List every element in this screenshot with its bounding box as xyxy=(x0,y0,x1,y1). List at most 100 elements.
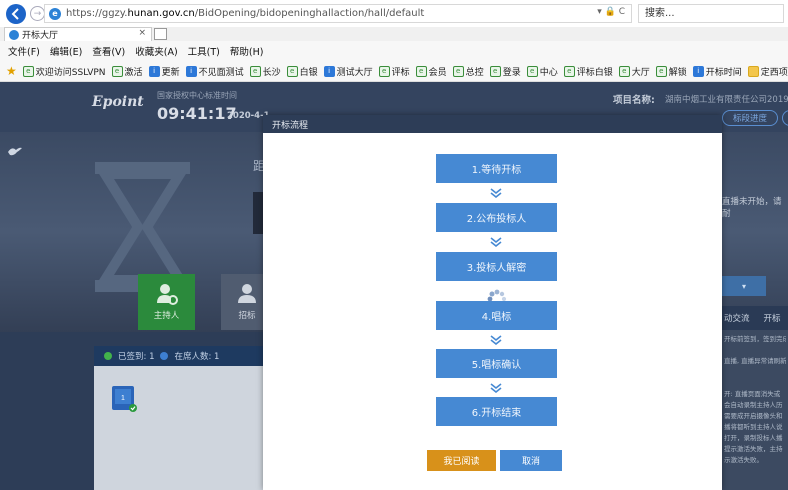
instruction-line xyxy=(724,367,786,378)
blue-icon: i xyxy=(185,65,197,77)
page-icon: e xyxy=(655,65,667,77)
favorite-label: 激活 xyxy=(124,67,143,78)
favorite-label: 欢迎访问SSLVPN xyxy=(35,67,106,78)
instructions-panel: 开标前签到，签到完成 直播, 直播异常请刷新 开: 直播页面消失或 会自动录制主… xyxy=(722,330,788,490)
page-icon: e xyxy=(489,65,501,77)
search-input[interactable]: 搜索... xyxy=(638,4,784,23)
blue-icon: i xyxy=(692,65,704,77)
tab-opening[interactable]: 开标 xyxy=(764,312,781,324)
host-role-button[interactable]: 主持人 xyxy=(138,274,195,330)
hourglass-icon xyxy=(95,162,190,292)
ie-icon: e xyxy=(49,7,61,20)
menu-edit[interactable]: 编辑(E) xyxy=(50,44,82,58)
check-circle-icon xyxy=(104,352,112,360)
page-icon: e xyxy=(22,65,34,77)
menu-help[interactable]: 帮助(H) xyxy=(230,44,264,58)
url-host: hunan.gov.cn xyxy=(127,8,195,19)
cancel-button[interactable]: 取消 xyxy=(500,450,562,471)
menu-bar: 文件(F) 编辑(E) 查看(V) 收藏夹(A) 工具(T) 帮助(H) xyxy=(0,41,788,61)
instruction-line: 开: 直播页面消失或 xyxy=(724,390,781,398)
seat-icon[interactable]: 1 xyxy=(110,383,138,413)
favorite-item[interactable]: e 登录 xyxy=(489,65,521,78)
favorite-item[interactable]: i 开标时间 xyxy=(692,65,742,78)
tab-interaction[interactable]: 动交流 xyxy=(724,312,750,324)
favorite-label: 中心 xyxy=(539,67,558,78)
tab-open-hall[interactable]: 开标大厅 × xyxy=(4,27,152,41)
acknowledge-button[interactable]: 我已阅读 xyxy=(427,450,496,471)
page-icon: e xyxy=(563,65,575,77)
instruction-line: 播将都听到主持人说 xyxy=(724,423,783,431)
section-progress-button[interactable]: 标段进度 xyxy=(722,110,778,126)
dialog-title: 开标流程 xyxy=(263,115,722,133)
blue-icon: i xyxy=(148,65,160,77)
favorite-label: 评标白银 xyxy=(576,67,613,78)
right-tab-strip: 动交流 开标 xyxy=(722,306,788,330)
favorite-label: 测试大厅 xyxy=(336,67,373,78)
favorite-item[interactable]: e 激活 xyxy=(111,65,143,78)
favorite-item[interactable]: e 大厅 xyxy=(618,65,650,78)
favorite-item[interactable]: e 会员 xyxy=(415,65,447,78)
favorite-item[interactable]: i 测试大厅 xyxy=(323,65,373,78)
forward-button[interactable]: → xyxy=(30,6,45,21)
process-flow: 1.等待开标 2.公布投标人 3.投标人解密 4.唱标 5.唱标确认 6.开标结… xyxy=(263,133,722,463)
favorite-item[interactable]: 定西项 xyxy=(747,65,788,78)
step-opening-end: 6.开标结束 xyxy=(436,397,557,426)
favorite-item[interactable]: e 欢迎访问SSLVPN xyxy=(22,65,106,78)
favorite-label: 开标时间 xyxy=(705,67,742,78)
step-wait-opening: 1.等待开标 xyxy=(436,154,557,183)
menu-favorites[interactable]: 收藏夹(A) xyxy=(135,44,177,58)
favorite-item[interactable]: e 评标白银 xyxy=(563,65,613,78)
blue-icon: i xyxy=(323,65,335,77)
close-icon[interactable]: × xyxy=(138,28,146,38)
favorite-item[interactable]: e 解锁 xyxy=(655,65,687,78)
favorite-item[interactable]: e 中心 xyxy=(526,65,558,78)
address-bar-row: → e https://ggzy.hunan.gov.cn/BidOpening… xyxy=(0,0,788,27)
page-icon: e xyxy=(111,65,123,77)
chevron-down-icon: ▾ xyxy=(741,281,746,291)
instruction-line: 开标前签到，签到完成 xyxy=(724,335,786,343)
favorite-item[interactable]: i 更新 xyxy=(148,65,180,78)
page-icon: e xyxy=(452,65,464,77)
page-icon: e xyxy=(378,65,390,77)
instruction-line: 打开，录制投标人播 xyxy=(724,434,783,442)
favorite-item[interactable]: i 不见面测试 xyxy=(185,65,244,78)
epoint-logo: Epoint xyxy=(92,94,144,110)
tab-strip: 开标大厅 × xyxy=(0,27,788,41)
favorite-label: 不见面测试 xyxy=(198,67,244,78)
page-icon: e xyxy=(415,65,427,77)
menu-tools[interactable]: 工具(T) xyxy=(188,44,220,58)
user-gear-icon xyxy=(156,284,178,305)
back-button[interactable] xyxy=(6,3,26,24)
instruction-line: 直播, 直播异常请刷新 xyxy=(724,357,786,365)
favorite-label: 定西项 xyxy=(760,67,788,78)
favorite-item[interactable]: e 评标 xyxy=(378,65,410,78)
menu-view[interactable]: 查看(V) xyxy=(92,44,125,58)
tab-title: 开标大厅 xyxy=(22,31,59,41)
favorite-item[interactable]: e 白银 xyxy=(286,65,318,78)
folder-icon xyxy=(747,65,759,77)
url-prefix: https://ggzy. xyxy=(66,8,128,19)
chevron-down-icon xyxy=(490,335,502,345)
ie-icon xyxy=(9,29,19,40)
step-bidder-decrypt: 3.投标人解密 xyxy=(436,252,557,281)
lock-refresh-icons[interactable]: ▾ 🔒 C xyxy=(597,7,625,17)
favorite-item[interactable]: e 总控 xyxy=(452,65,484,78)
star-icon[interactable]: ★ xyxy=(6,64,17,78)
live-notice: 直播未开始，请耐 xyxy=(722,197,782,219)
header-extra-button[interactable] xyxy=(782,110,788,126)
url-field[interactable]: e https://ggzy.hunan.gov.cn/BidOpening/b… xyxy=(44,4,632,23)
menu-file[interactable]: 文件(F) xyxy=(8,44,40,58)
right-dropdown[interactable]: ▾ xyxy=(722,276,766,296)
bird-icon xyxy=(8,147,22,156)
favorite-label: 会员 xyxy=(428,67,447,78)
favorites-bar: ★ e 欢迎访问SSLVPN e 激活 i 更新 i 不见面测试 e 长沙 e 白银 i 测试… xyxy=(0,61,788,82)
url-path: /BidOpening/bidopeninghallaction/hall/de… xyxy=(194,8,425,19)
favorite-label: 大厅 xyxy=(631,67,650,78)
favorite-item[interactable]: e 长沙 xyxy=(249,65,281,78)
new-tab-button[interactable] xyxy=(154,28,167,40)
signed-count: 已签到: 1 xyxy=(118,352,155,362)
favorite-label: 评标 xyxy=(391,67,410,78)
project-label: 项目名称: xyxy=(613,95,655,106)
step-announce-bidders: 2.公布投标人 xyxy=(436,203,557,232)
arrow-left-icon xyxy=(11,7,19,20)
